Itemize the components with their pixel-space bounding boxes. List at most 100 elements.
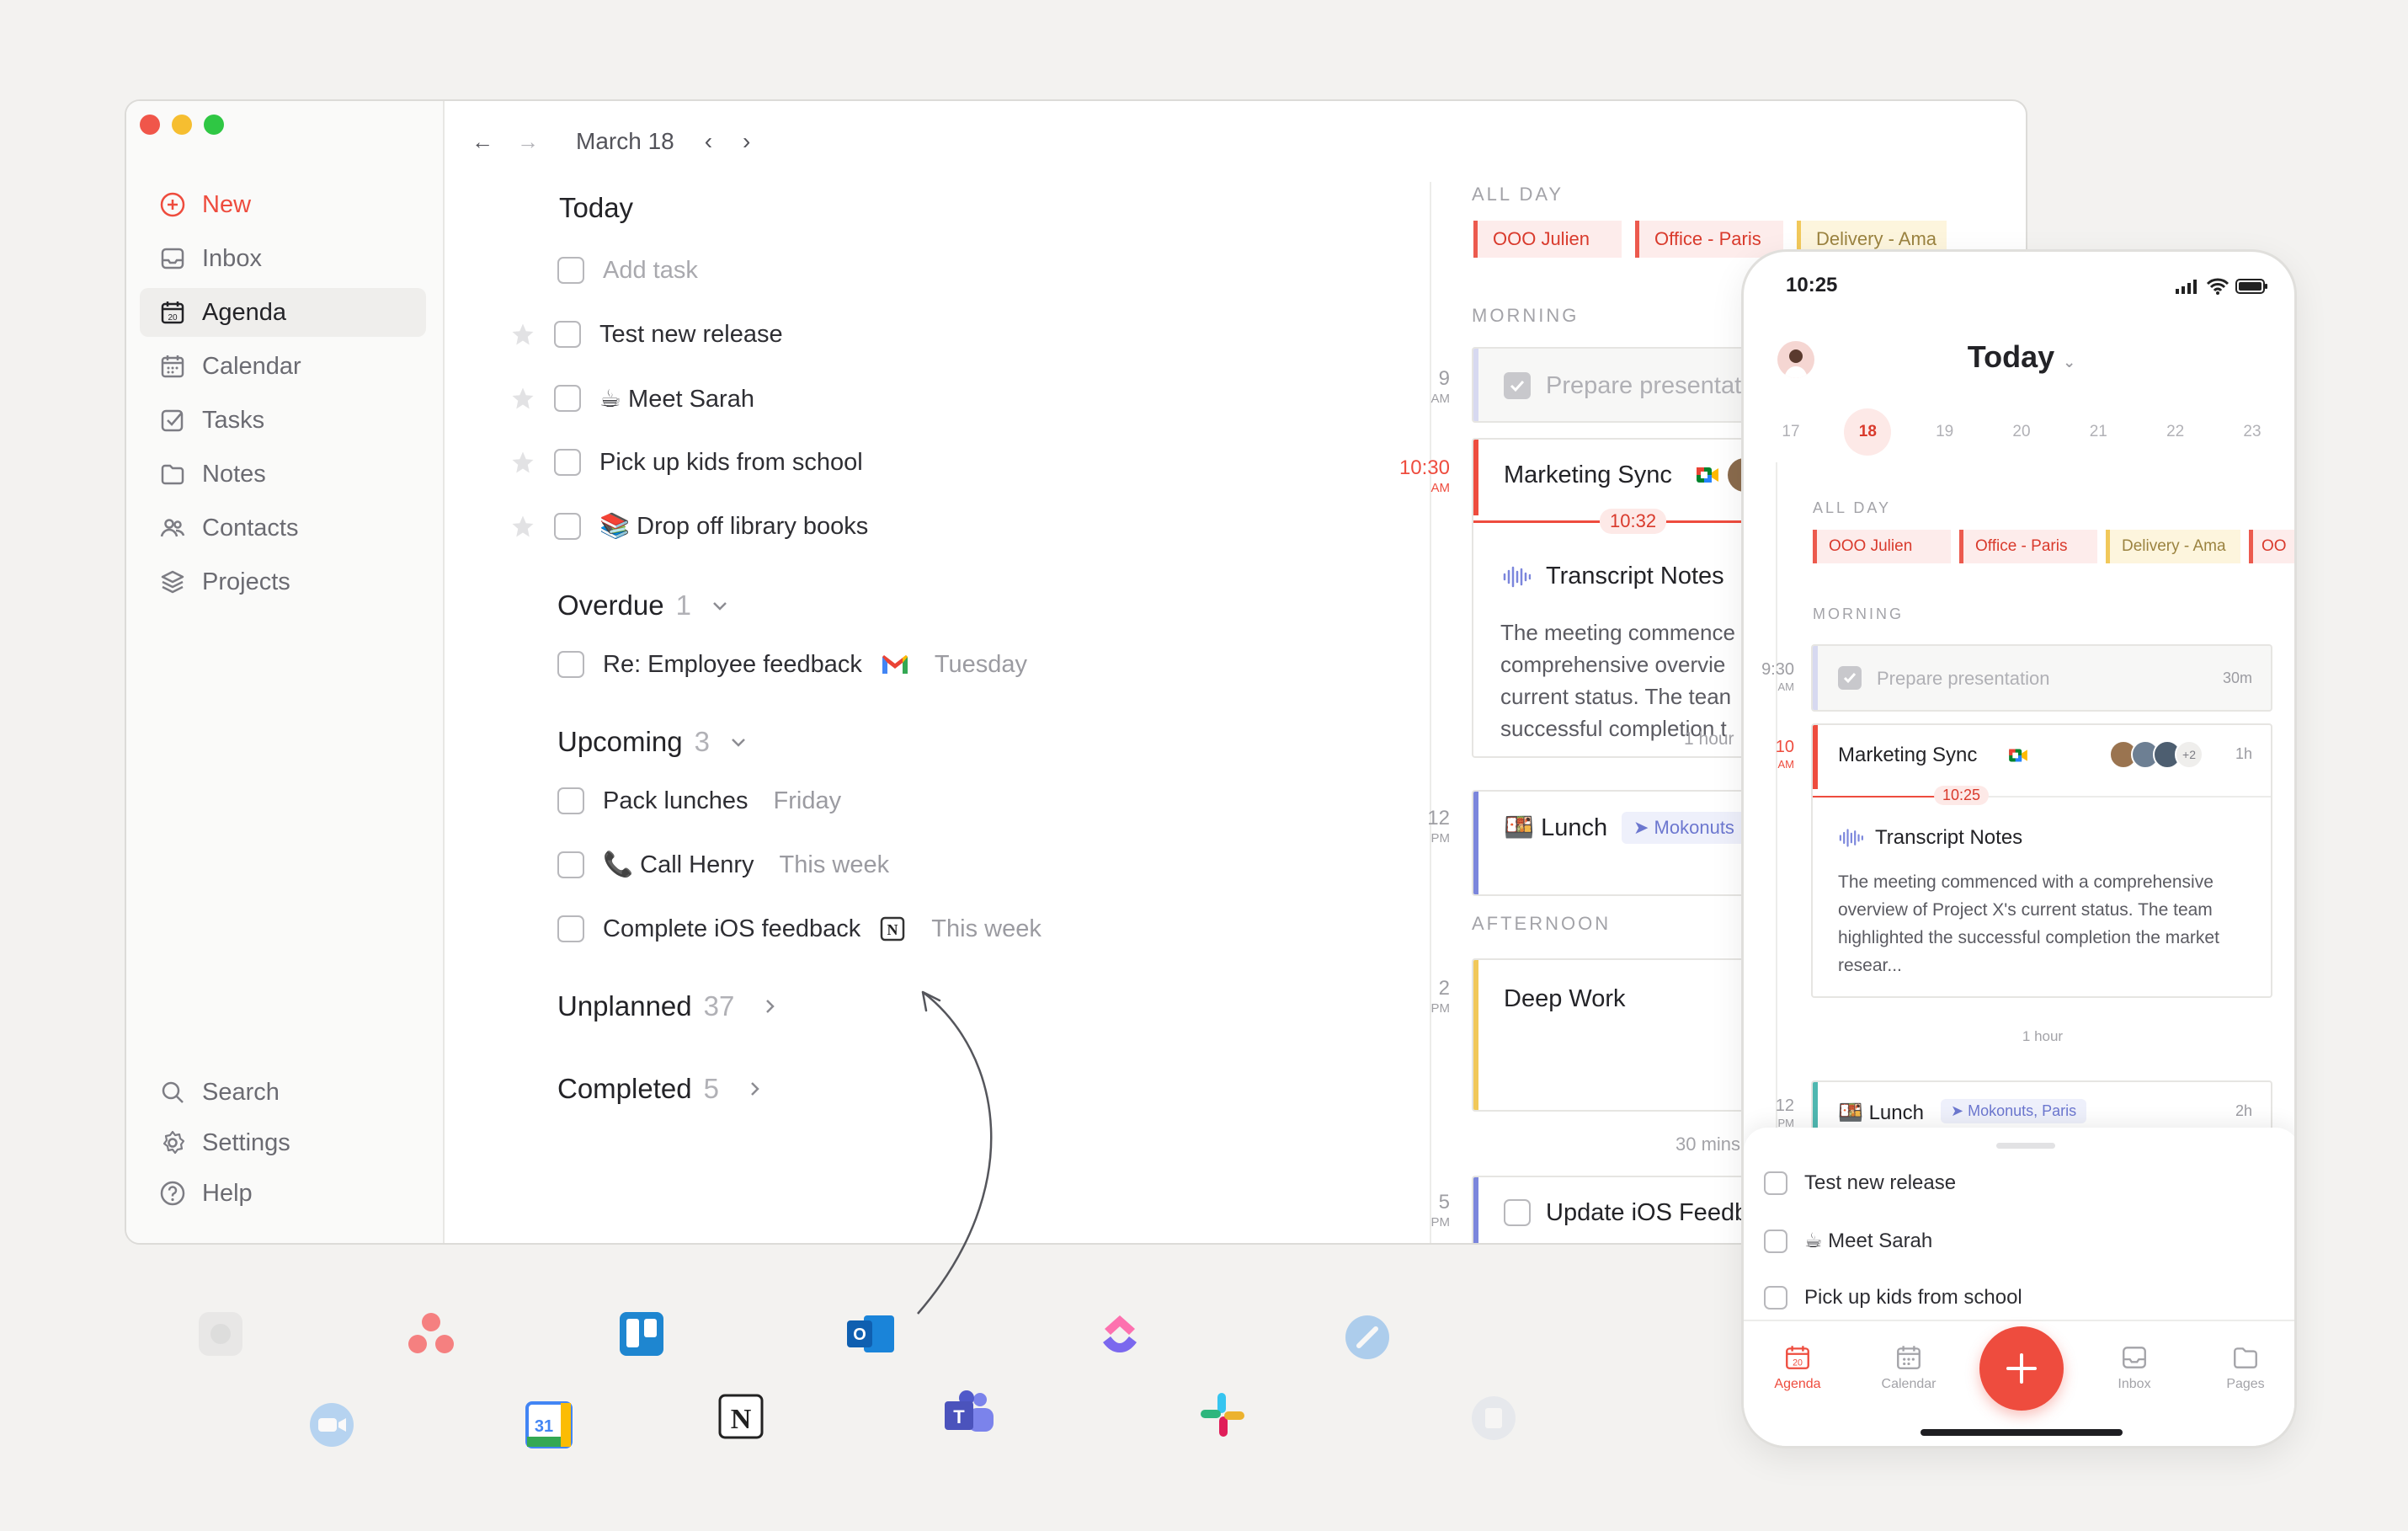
star-icon[interactable] — [510, 386, 535, 411]
zoom-icon — [305, 1398, 359, 1452]
task-row[interactable]: 📚 Drop off library books — [510, 505, 868, 547]
add-task-input[interactable]: Add task — [603, 257, 698, 285]
all-day-event[interactable]: OOO Julien — [1473, 221, 1622, 258]
chevron-right-icon[interactable] — [759, 996, 780, 1016]
checkbox[interactable] — [557, 257, 584, 284]
maximize-window-button[interactable] — [204, 115, 224, 135]
star-icon[interactable] — [510, 514, 535, 539]
morning-label: MORNING — [1813, 605, 1904, 622]
upcoming-section-header[interactable]: Upcoming 3 — [557, 726, 749, 758]
minimize-window-button[interactable] — [172, 115, 192, 135]
checkbox[interactable] — [554, 321, 581, 348]
all-day-event[interactable]: Office - Paris — [1959, 530, 2097, 563]
all-day-event[interactable]: Office - Paris — [1635, 221, 1783, 258]
day-cell[interactable]: 23 — [2229, 408, 2276, 456]
task-row[interactable]: Test new release — [1764, 1171, 1956, 1195]
task-label: Pack lunches — [603, 787, 749, 814]
star-icon[interactable] — [510, 322, 535, 347]
day-cell[interactable]: 17 — [1767, 408, 1814, 456]
checkbox[interactable] — [1504, 1199, 1531, 1226]
event-title: Delivery - Ama — [2122, 537, 2226, 555]
chevron-right-icon[interactable] — [744, 1079, 764, 1099]
task-row[interactable]: ☕ Meet Sarah — [1764, 1229, 1932, 1253]
task-row[interactable]: Pick up kids from school — [1764, 1286, 2022, 1310]
task-row[interactable]: 📞 Call Henry This week — [557, 844, 889, 886]
task-row[interactable]: Test new release — [510, 313, 783, 355]
sheet-drag-handle[interactable] — [1996, 1143, 2055, 1149]
checked-checkbox-icon[interactable] — [1838, 666, 1862, 690]
sidebar-item-projects[interactable]: Projects — [140, 557, 426, 606]
forward-arrow-icon[interactable]: → — [517, 129, 539, 155]
checkbox[interactable] — [554, 513, 581, 540]
completed-section-header[interactable]: Completed 5 — [557, 1073, 764, 1105]
tab-agenda[interactable]: 20 Agenda — [1747, 1343, 1848, 1392]
sidebar-item-help[interactable]: Help — [140, 1169, 426, 1218]
tab-pages[interactable]: Pages — [2195, 1343, 2294, 1392]
checkbox[interactable] — [557, 915, 584, 942]
overdue-section-header[interactable]: Overdue 1 — [557, 589, 730, 621]
day-cell[interactable]: 22 — [2152, 408, 2199, 456]
transcript-notes-header: Transcript Notes — [1502, 563, 1724, 590]
add-button[interactable] — [1979, 1326, 2064, 1411]
sidebar-item-tasks[interactable]: Tasks — [140, 396, 426, 445]
checkbox[interactable] — [1764, 1171, 1787, 1195]
day-cell[interactable]: 19 — [1921, 408, 1968, 456]
hour: 12 — [1427, 807, 1450, 830]
sidebar-item-new[interactable]: New — [140, 180, 426, 229]
event-prepare-presentation[interactable]: Prepare presentation 30m — [1811, 644, 2272, 712]
back-arrow-icon[interactable]: ← — [471, 129, 493, 155]
chevron-down-icon: ⌄ — [2063, 354, 2076, 371]
star-icon[interactable] — [510, 450, 535, 475]
day-cell[interactable]: 20 — [1998, 408, 2045, 456]
task-row[interactable]: Re: Employee feedback Tuesday — [557, 643, 1027, 685]
checkbox[interactable] — [557, 851, 584, 878]
previous-day-chevron-icon[interactable]: ‹ — [705, 128, 712, 155]
chevron-down-icon[interactable] — [710, 595, 730, 616]
checkbox[interactable] — [1764, 1229, 1787, 1253]
chevron-down-icon[interactable] — [728, 732, 749, 752]
current-date: March 18 — [576, 128, 674, 154]
task-row[interactable]: ☕ Meet Sarah — [510, 377, 754, 419]
unplanned-section-header[interactable]: Unplanned 37 — [557, 990, 780, 1022]
sidebar-item-calendar[interactable]: Calendar — [140, 342, 426, 391]
phone-title-dropdown[interactable]: Today ⌄ — [1744, 339, 2294, 375]
sidebar-item-search[interactable]: Search — [140, 1068, 426, 1117]
all-day-event[interactable]: OO — [2249, 530, 2294, 563]
tab-inbox[interactable]: Inbox — [2084, 1343, 2185, 1392]
checkbox[interactable] — [1764, 1286, 1787, 1310]
checkbox[interactable] — [557, 787, 584, 814]
checkbox[interactable] — [554, 449, 581, 476]
close-window-button[interactable] — [140, 115, 160, 135]
sidebar-item-settings[interactable]: Settings — [140, 1118, 426, 1167]
event-marketing-sync[interactable]: Marketing Sync +2 1h 10:25 Transcript No… — [1811, 723, 2272, 998]
checkbox[interactable] — [557, 651, 584, 678]
sidebar-item-label: Settings — [202, 1128, 290, 1156]
tab-label: Inbox — [2118, 1377, 2151, 1391]
sidebar-item-contacts[interactable]: Contacts — [140, 504, 426, 552]
location-chip[interactable]: ➤ Mokonuts — [1622, 812, 1746, 844]
event-title: OOO Julien — [1829, 537, 1913, 555]
task-row[interactable]: Pick up kids from school — [510, 441, 863, 483]
task-row[interactable]: Complete iOS feedback N This week — [557, 908, 1042, 950]
tab-calendar[interactable]: Calendar — [1858, 1343, 1959, 1392]
sidebar-item-inbox[interactable]: Inbox — [140, 234, 426, 283]
overdue-heading: Overdue — [557, 589, 664, 621]
all-day-event[interactable]: OOO Julien — [1813, 530, 1951, 563]
next-day-chevron-icon[interactable]: › — [743, 128, 750, 155]
checkbox[interactable] — [554, 385, 581, 412]
hour-label: 12 PM — [1406, 807, 1450, 846]
svg-text:20: 20 — [1793, 1358, 1803, 1368]
checked-checkbox-icon[interactable] — [1504, 372, 1531, 399]
attendee-avatars[interactable]: +2 — [2109, 740, 2203, 769]
sidebar-item-label: Agenda — [202, 298, 286, 326]
sidebar-item-agenda[interactable]: 20 Agenda — [140, 288, 426, 337]
hour: 12 — [1775, 1096, 1794, 1115]
day-cell-selected[interactable]: 18 — [1844, 408, 1892, 456]
sidebar-item-notes[interactable]: Notes — [140, 450, 426, 499]
day-cell[interactable]: 21 — [2075, 408, 2122, 456]
event-title: Update iOS Feedb — [1546, 1199, 1749, 1226]
add-task-row[interactable]: Add task — [557, 249, 698, 291]
task-row[interactable]: Pack lunches Friday — [557, 780, 841, 822]
all-day-event[interactable]: Delivery - Ama — [2106, 530, 2240, 563]
location-chip[interactable]: ➤ Mokonuts, Paris — [1941, 1099, 2087, 1123]
